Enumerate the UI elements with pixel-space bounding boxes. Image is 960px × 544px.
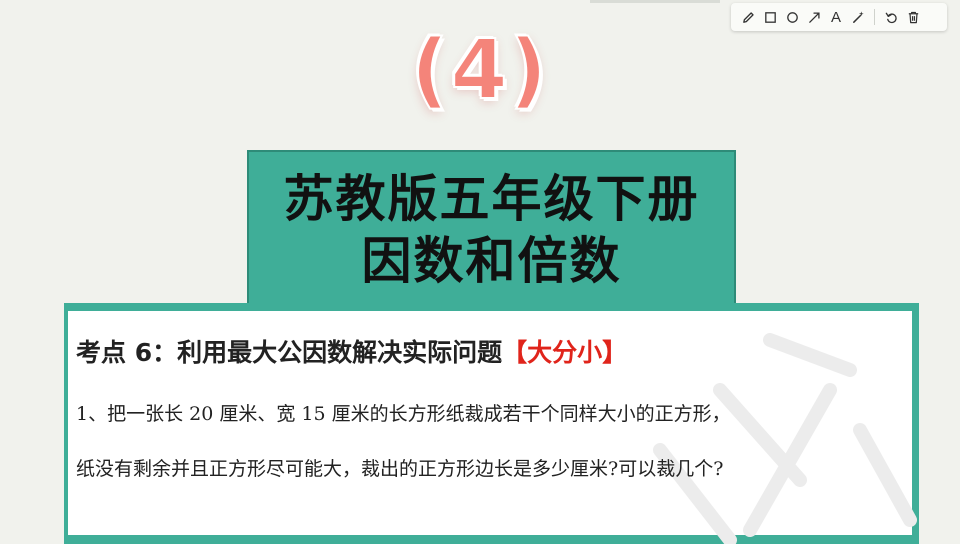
magic-wand-icon[interactable] xyxy=(847,6,869,28)
card-right-border xyxy=(912,303,919,544)
card-heading-text: 考点 6：利用最大公因数解决实际问题 xyxy=(76,338,503,367)
card-heading: 考点 6：利用最大公因数解决实际问题【大分小】 xyxy=(76,333,627,369)
undo-icon[interactable] xyxy=(880,6,902,28)
card-heading-tag: 【大分小】 xyxy=(502,338,628,367)
trash-icon[interactable] xyxy=(902,6,924,28)
toolbar-divider xyxy=(874,9,875,25)
pen-icon[interactable] xyxy=(737,6,759,28)
title-line-1: 苏教版五年级下册 xyxy=(283,169,700,228)
arrow-icon[interactable] xyxy=(803,6,825,28)
text-icon[interactable]: A xyxy=(825,6,847,28)
title-line-2: 因数和倍数 xyxy=(361,231,622,290)
problem-text-line-1: 1、把一张长 20 厘米、宽 15 厘米的长方形纸裁成若干个同样大小的正方形， xyxy=(76,403,731,425)
circle-icon[interactable] xyxy=(781,6,803,28)
card-top-border xyxy=(64,303,919,311)
title-banner: 苏教版五年级下册 因数和倍数 xyxy=(247,150,736,310)
episode-number: (4) xyxy=(410,23,549,118)
rectangle-icon[interactable] xyxy=(759,6,781,28)
top-edge-strip xyxy=(590,0,720,3)
problem-text-line-2: 纸没有剩余并且正方形尽可能大，裁出的正方形边长是多少厘米?可以裁几个? xyxy=(76,458,724,480)
card-bottom-border xyxy=(64,535,919,544)
annotation-toolbar: A xyxy=(731,3,947,31)
